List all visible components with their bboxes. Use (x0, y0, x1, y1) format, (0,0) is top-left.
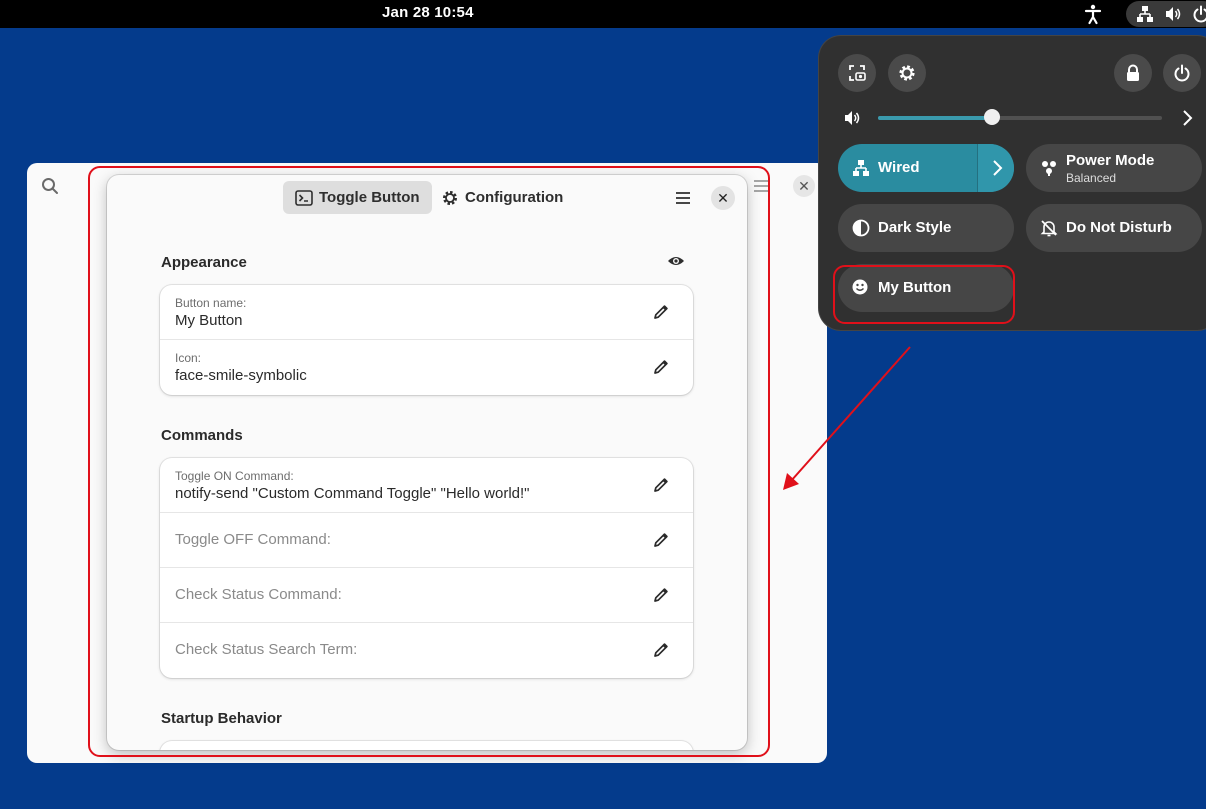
annotation-arrow (783, 346, 911, 490)
